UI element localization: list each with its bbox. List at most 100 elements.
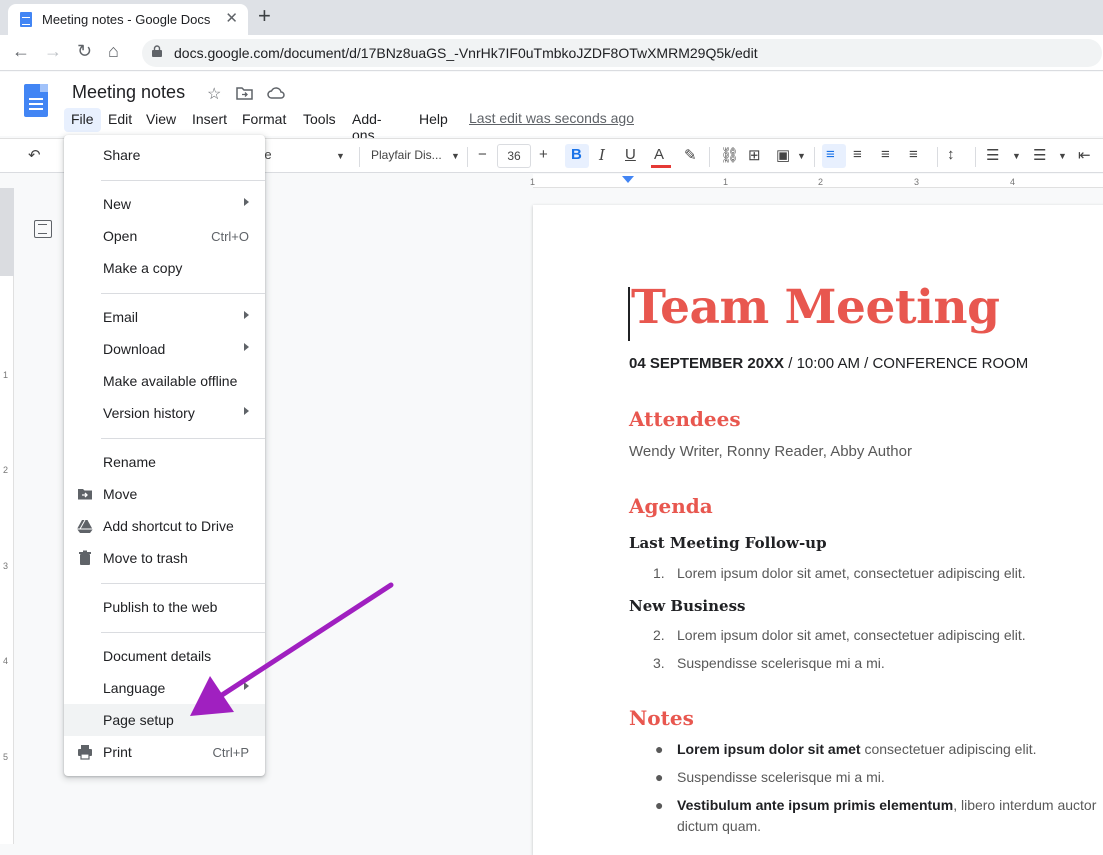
align-right-icon[interactable]: ≡ bbox=[881, 146, 890, 163]
menu-item-new[interactable]: New bbox=[64, 188, 265, 220]
increase-font-size-icon[interactable]: + bbox=[539, 146, 548, 163]
menu-divider bbox=[101, 180, 265, 181]
justify-icon[interactable]: ≡ bbox=[909, 146, 918, 163]
menu-item-make-a-copy[interactable]: Make a copy bbox=[64, 252, 265, 284]
submenu-arrow-icon bbox=[244, 311, 249, 319]
font-family-select[interactable]: Playfair Dis... bbox=[371, 148, 442, 162]
menu-item-publish-to-the-web[interactable]: Publish to the web bbox=[64, 591, 265, 623]
lock-icon bbox=[152, 45, 162, 57]
menu-item-move-to-trash[interactable]: Move to trash bbox=[64, 542, 265, 574]
menu-help[interactable]: Help bbox=[412, 108, 455, 132]
menu-view[interactable]: View bbox=[139, 108, 183, 132]
menu-item-make-available-offline[interactable]: Make available offline bbox=[64, 365, 265, 397]
align-left-icon[interactable]: ≡ bbox=[826, 146, 835, 163]
meeting-date: 04 SEPTEMBER 20XX bbox=[629, 355, 785, 372]
document-outline-icon[interactable] bbox=[34, 220, 52, 238]
menu-insert[interactable]: Insert bbox=[185, 108, 234, 132]
ruler-tick: 5 bbox=[3, 752, 9, 762]
menu-file[interactable]: File bbox=[64, 108, 101, 132]
last-edit-link[interactable]: Last edit was seconds ago bbox=[469, 110, 634, 126]
note-text: consectetuer adipiscing elit. bbox=[860, 741, 1037, 757]
submenu-arrow-icon bbox=[244, 407, 249, 415]
attendees-text: Wendy Writer, Ronny Reader, Abby Author bbox=[629, 443, 912, 460]
text-cursor bbox=[628, 287, 630, 341]
forward-arrow-icon[interactable]: → bbox=[44, 41, 62, 62]
toolbar-divider bbox=[359, 147, 360, 167]
document-title[interactable]: Meeting notes bbox=[72, 82, 185, 103]
menu-item-download[interactable]: Download bbox=[64, 333, 265, 365]
google-docs-logo-icon[interactable] bbox=[24, 84, 48, 117]
menu-item-page-setup[interactable]: Page setup bbox=[64, 704, 265, 736]
ruler-tick: 4 bbox=[1010, 177, 1016, 187]
menu-format[interactable]: Format bbox=[235, 108, 293, 132]
close-tab-icon[interactable]: ✕ bbox=[225, 9, 238, 27]
underline-icon[interactable]: U bbox=[625, 146, 636, 163]
menu-item-share[interactable]: Share bbox=[64, 139, 265, 171]
menu-item-email[interactable]: Email bbox=[64, 301, 265, 333]
bulleted-list-icon[interactable]: ☰ bbox=[1033, 146, 1046, 164]
menu-tools[interactable]: Tools bbox=[296, 108, 343, 132]
vertical-ruler[interactable]: 1 2 3 4 5 bbox=[0, 188, 14, 844]
attendees-heading: Attendees bbox=[629, 407, 741, 431]
menu-item-language[interactable]: Language bbox=[64, 672, 265, 704]
submenu-arrow-icon bbox=[244, 198, 249, 206]
decrease-font-size-icon[interactable]: − bbox=[478, 146, 487, 163]
font-size-input[interactable]: 36 bbox=[497, 144, 531, 168]
list-item: Suspendisse scelerisque mi a mi. bbox=[677, 769, 885, 785]
menu-divider bbox=[101, 293, 265, 294]
menu-item-add-shortcut-to-drive[interactable]: Add shortcut to Drive bbox=[64, 510, 265, 542]
menu-item-rename[interactable]: Rename bbox=[64, 446, 265, 478]
home-icon[interactable]: ⌂ bbox=[108, 41, 119, 62]
file-menu-dropdown: Share New Open Ctrl+O Make a copy Email D… bbox=[64, 135, 265, 776]
insert-image-icon[interactable]: ▣ bbox=[776, 146, 790, 164]
text-color-icon[interactable]: A bbox=[654, 146, 664, 163]
reload-icon[interactable]: ↻ bbox=[77, 41, 92, 62]
line-spacing-icon[interactable]: ↕ bbox=[947, 146, 955, 163]
ruler-tick: 1 bbox=[3, 370, 9, 380]
numbered-list-icon[interactable]: ☰ bbox=[986, 146, 999, 164]
list-item: Lorem ipsum dolor sit amet consectetuer … bbox=[677, 741, 1036, 757]
star-icon[interactable]: ☆ bbox=[207, 84, 221, 104]
menu-item-print[interactable]: Print Ctrl+P bbox=[64, 736, 265, 768]
menu-item-version-history[interactable]: Version history bbox=[64, 397, 265, 429]
browser-tab-strip: Meeting notes - Google Docs ✕ + bbox=[0, 0, 1103, 35]
ruler-tick: 2 bbox=[818, 177, 824, 187]
address-bar[interactable]: docs.google.com/document/d/17BNz8uaGS_-V… bbox=[142, 39, 1102, 67]
cloud-status-icon[interactable] bbox=[267, 87, 285, 99]
italic-icon[interactable]: I bbox=[599, 146, 605, 164]
align-center-icon[interactable]: ≡ bbox=[853, 146, 862, 163]
list-number: 2. bbox=[653, 627, 665, 643]
menu-edit[interactable]: Edit bbox=[101, 108, 139, 132]
move-to-folder-icon[interactable] bbox=[236, 86, 253, 100]
browser-toolbar: ← → ↻ ⌂ docs.google.com/document/d/17BNz… bbox=[0, 35, 1103, 71]
decrease-indent-icon[interactable]: ⇤ bbox=[1078, 146, 1091, 164]
chevron-down-icon[interactable]: ▼ bbox=[336, 151, 345, 161]
menu-item-open[interactable]: Open Ctrl+O bbox=[64, 220, 265, 252]
back-arrow-icon[interactable]: ← bbox=[12, 41, 30, 62]
menu-item-move[interactable]: Move bbox=[64, 478, 265, 510]
chevron-down-icon[interactable]: ▼ bbox=[451, 151, 460, 161]
url-text: docs.google.com/document/d/17BNz8uaGS_-V… bbox=[174, 45, 758, 61]
add-comment-icon[interactable]: ⊞ bbox=[748, 146, 761, 164]
indent-marker-icon[interactable] bbox=[622, 176, 634, 183]
highlight-pen-icon[interactable]: ✎ bbox=[684, 146, 697, 164]
undo-icon[interactable]: ↶ bbox=[28, 146, 41, 164]
agenda-heading: Agenda bbox=[629, 494, 713, 518]
note-text: Suspendisse scelerisque mi a mi. bbox=[677, 769, 885, 785]
bold-icon[interactable]: B bbox=[571, 146, 582, 163]
ruler-tick: 1 bbox=[723, 177, 729, 187]
chevron-down-icon[interactable]: ▼ bbox=[1058, 151, 1067, 161]
meeting-time-place: / 10:00 AM / CONFERENCE ROOM bbox=[784, 355, 1029, 372]
new-tab-icon[interactable]: + bbox=[258, 3, 271, 29]
browser-tab[interactable]: Meeting notes - Google Docs ✕ bbox=[8, 4, 248, 35]
menu-addons[interactable]: Add-ons bbox=[345, 108, 389, 143]
toolbar-divider bbox=[814, 147, 815, 167]
toolbar-divider bbox=[709, 147, 710, 167]
list-item: Lorem ipsum dolor sit amet, consectetuer… bbox=[677, 627, 1026, 643]
chevron-down-icon[interactable]: ▼ bbox=[797, 151, 806, 161]
ruler-tick: 3 bbox=[914, 177, 920, 187]
link-icon[interactable]: ⛓ bbox=[720, 146, 739, 164]
toolbar-divider bbox=[467, 147, 468, 167]
chevron-down-icon[interactable]: ▼ bbox=[1012, 151, 1021, 161]
menu-item-document-details[interactable]: Document details bbox=[64, 640, 265, 672]
